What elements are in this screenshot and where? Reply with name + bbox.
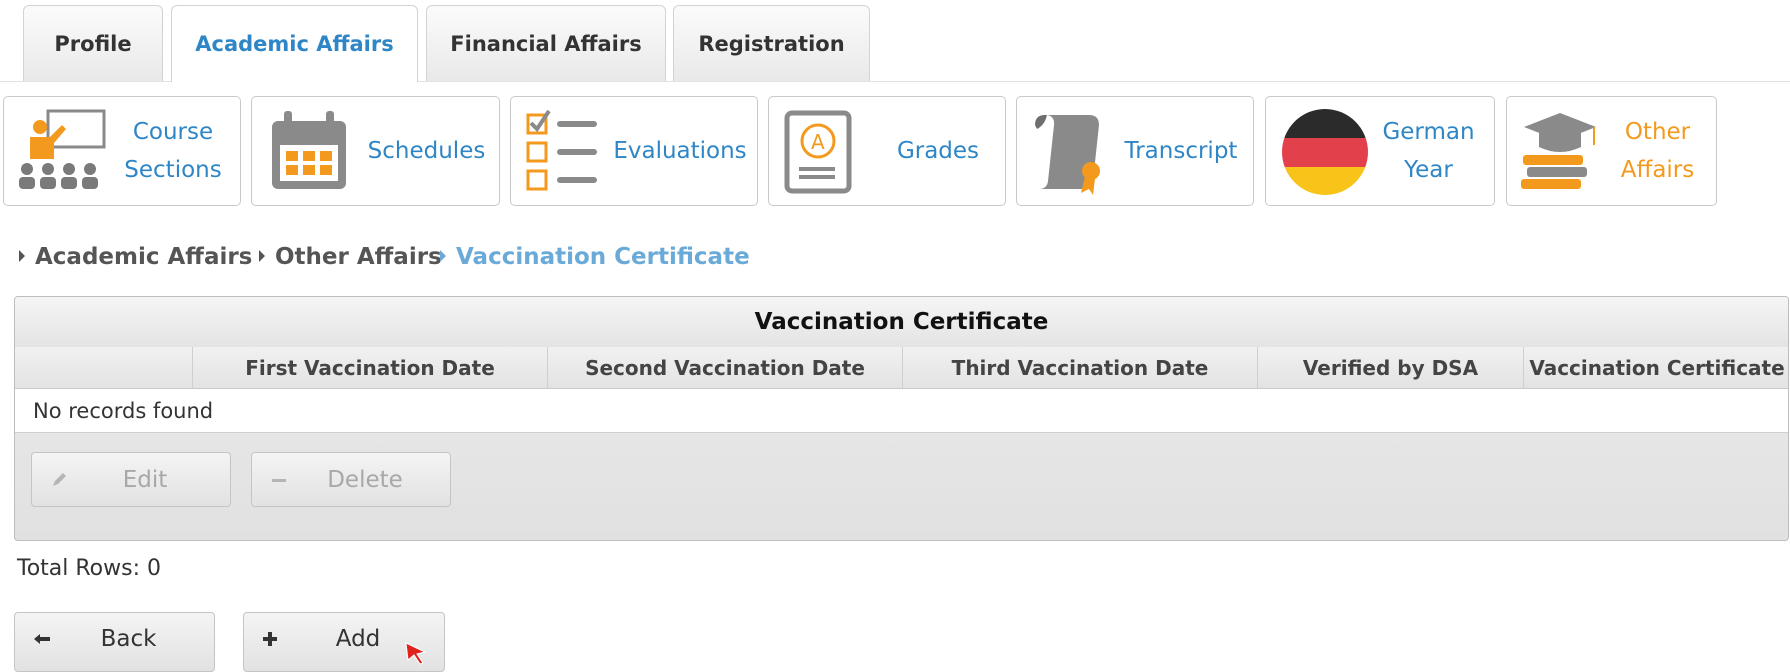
tile-german-year[interactable]: German Year [1265,96,1495,206]
svg-text:A: A [811,130,825,154]
german-flag-icon [1282,109,1368,195]
main-tab-bar: Profile Academic Affairs Financial Affai… [0,0,1790,82]
vaccination-table: Vaccination Certificate First Vaccinatio… [14,296,1789,541]
tile-label: Grades [896,138,980,164]
tile-course-sections[interactable]: Course Sections [3,96,241,206]
tile-label: Transcript [1124,138,1238,164]
graduation-books-icon [1521,113,1596,189]
mouse-cursor-icon [405,642,427,665]
column-header-verified-by-dsa[interactable]: Verified by DSA [1258,347,1524,389]
back-button[interactable]: Back [14,612,215,672]
tab-financial-affairs[interactable]: Financial Affairs [426,5,666,81]
scroll-certificate-icon [1035,115,1100,195]
tile-label: Course Sections [124,119,222,183]
column-header-first-vaccination-date[interactable]: First Vaccination Date [193,347,548,389]
caret-right-icon [259,249,265,262]
delete-button[interactable]: Delete [251,452,451,507]
tile-label: German Year [1382,119,1475,183]
breadcrumb-academic-affairs[interactable]: Academic Affairs [19,244,252,270]
tile-transcript[interactable]: Transcript [1016,96,1254,206]
presentation-icon [19,109,106,189]
tile-label: Schedules [367,138,486,164]
breadcrumb-vaccination-certificate: Vaccination Certificate [440,244,750,270]
breadcrumb-other-affairs[interactable]: Other Affairs [259,244,442,270]
total-rows: Total Rows: 0 [17,556,161,581]
tab-academic-affairs[interactable]: Academic Affairs [171,5,418,82]
tab-registration[interactable]: Registration [673,5,870,81]
grades-icon: A [784,110,852,194]
column-header-third-vaccination-date[interactable]: Third Vaccination Date [903,347,1258,389]
tile-evaluations[interactable]: Evaluations [510,96,758,206]
caret-right-icon [440,249,446,262]
column-header-select[interactable] [15,347,193,389]
checklist-icon [526,109,597,191]
caret-right-icon [19,249,25,262]
empty-message: No records found [15,389,1788,433]
tile-grades[interactable]: A Grades [768,96,1006,206]
tab-profile[interactable]: Profile [23,5,163,81]
tile-label: Evaluations [613,138,747,164]
tile-schedules[interactable]: Schedules [251,96,500,206]
column-header-second-vaccination-date[interactable]: Second Vaccination Date [548,347,903,389]
column-header-vaccination-certificate[interactable]: Vaccination Certificate [1524,347,1788,389]
table-title: Vaccination Certificate [15,297,1788,348]
tile-other-affairs[interactable]: Other Affairs [1506,96,1717,206]
tile-label: Other Affairs [1620,119,1695,183]
edit-button[interactable]: Edit [31,452,231,507]
calendar-icon [272,111,346,189]
